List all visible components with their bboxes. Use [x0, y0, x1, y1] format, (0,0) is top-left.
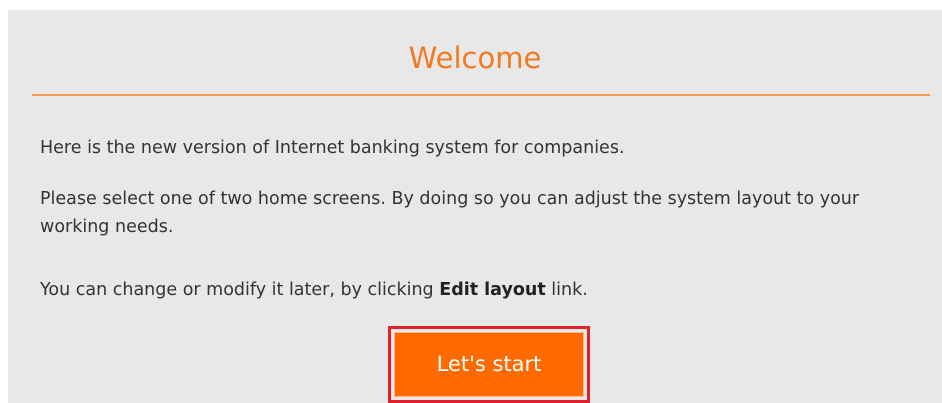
intro-text: Here is the new version of Internet bank… — [40, 138, 625, 158]
title-divider — [32, 94, 930, 96]
edit-layout-hint-suffix: link. — [545, 280, 588, 300]
start-button-highlight: Let's start — [388, 326, 590, 403]
welcome-panel: Welcome Here is the new version of Inter… — [8, 10, 942, 403]
instruction-text: Please select one of two home screens. B… — [40, 189, 860, 237]
edit-layout-hint-prefix: You can change or modify it later, by cl… — [40, 280, 440, 300]
lets-start-button[interactable]: Let's start — [394, 332, 584, 397]
welcome-title: Welcome — [408, 41, 542, 75]
edit-layout-link-label: Edit layout — [439, 280, 546, 300]
edit-layout-hint: You can change or modify it later, by cl… — [40, 276, 918, 304]
